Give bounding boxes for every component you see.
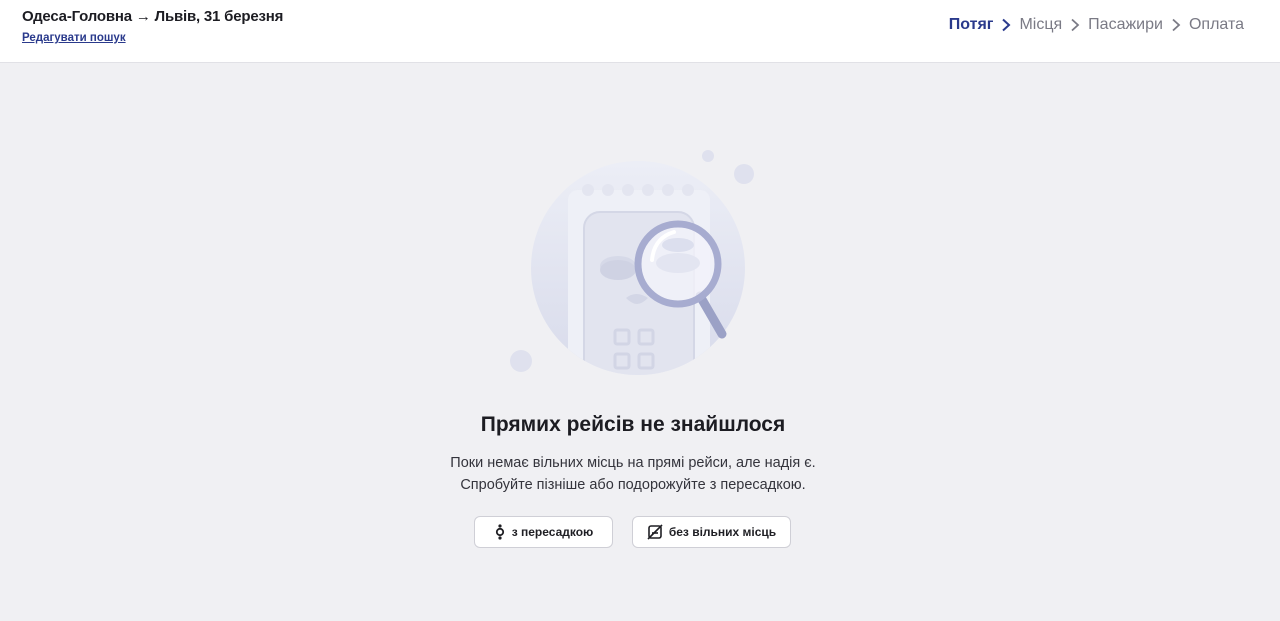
empty-state-title: Прямих рейсів не знайшлося [480, 413, 786, 436]
decor-dot-icon [510, 350, 532, 372]
step-seats[interactable]: Місця [1019, 16, 1062, 34]
with-transfer-label: з пересадкою [511, 525, 594, 539]
step-train[interactable]: Потяг [949, 16, 994, 34]
chevron-right-icon [1163, 18, 1189, 32]
no-trains-illustration [500, 140, 780, 380]
no-free-seats-label: без вільних місць [668, 525, 777, 539]
with-transfer-button[interactable]: з пересадкою [474, 516, 613, 548]
step-passengers[interactable]: Пасажири [1088, 16, 1163, 34]
top-bar: Одеса-Головна → Львів, 31 березня Редагу… [0, 0, 1280, 63]
edit-search-link[interactable]: Редагувати пошук [22, 32, 126, 44]
decor-dot-icon [734, 164, 754, 184]
step-payment[interactable]: Оплата [1189, 16, 1244, 34]
decor-dot-icon [702, 150, 714, 162]
chevron-right-icon [1062, 18, 1088, 32]
chevron-right-icon [993, 18, 1019, 32]
empty-state-text-line1: Поки немає вільних місць на прямі рейси,… [450, 455, 816, 471]
empty-state-text-line2: Спробуйте пізніше або подорожуйте з пере… [460, 477, 806, 493]
no-free-seats-button[interactable]: без вільних місць [632, 516, 791, 548]
route-title: Одеса-Головна → Львів, 31 березня [22, 8, 284, 25]
transfer-stop-icon [494, 523, 506, 541]
seat-crossed-icon [647, 524, 663, 540]
booking-steps: Потяг Місця Пасажири Оплата [949, 16, 1244, 34]
